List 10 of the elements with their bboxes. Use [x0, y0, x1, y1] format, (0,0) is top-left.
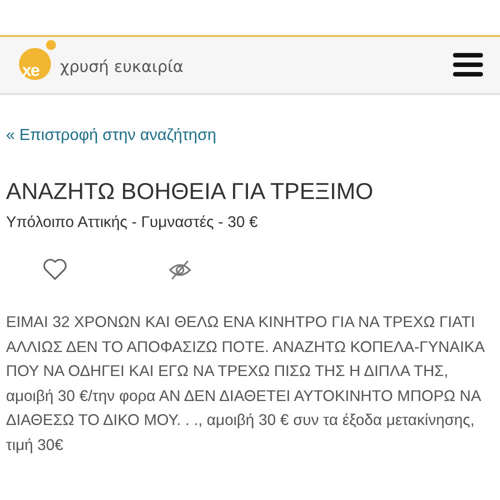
logo-text: χρυσή ευκαιρία: [60, 56, 184, 76]
listing-subtitle: Υπόλοιπο Αττικής - Γυμναστές - 30 €: [6, 214, 259, 232]
listing-title: ΑΝΑΖΗΤΩ ΒΟΗΘΕΙΑ ΓΙΑ ΤΡΕΞΙΜΟ: [6, 178, 374, 205]
logo-icon: [18, 39, 58, 81]
logo-mark: xe: [22, 61, 39, 81]
heart-icon[interactable]: [42, 258, 68, 281]
hide-icon[interactable]: [168, 258, 192, 280]
menu-icon[interactable]: [452, 52, 484, 78]
listing-description: ΕΙΜΑΙ 32 ΧΡΟΝΩΝ ΚΑΙ ΘΕΛΩ ΕΝΑ ΚΙΝΗΤΡΟ ΓΙΑ ΝΑ ΤΡΕΧΩ ΓΙΑΤΙ ΑΛΛΙΩΣ ΔΕΝ ΤΟ ΑΠΟΦΑΣΙΖΩ ΠΟΤΕ. ΑΝΑΖΗΤΩ ΚΟΠΕΛΑ-ΓΥΝΑΙΚΑ ΠΟΥ ΝΑ ΟΔΗΓΕΙ ΚΑΙ ΕΓΩ ΝΑ ΤΡΕΧΩ ΠΙΣΩ ΤΗΣ Η ΔΙΠΛΑ ΤΗΣ, αμοιβή 30 €/την φορα ΑΝ ΔΕΝ ΔΙΑΘΕΤΕΙ ΑΥΤΟΚΙΝΗΤΟ ΜΠΟΡΩ ΝΑ ΔΙΑΘΕΣΩ ΤΟ ΔΙΚΟ ΜΟΥ. . ., αμοιβή 30 € συν τα έξοδα μετακίνησης, τιμή 30€: [6, 313, 486, 456]
back-link[interactable]: « Επιστροφή στην αναζήτηση: [6, 127, 216, 145]
